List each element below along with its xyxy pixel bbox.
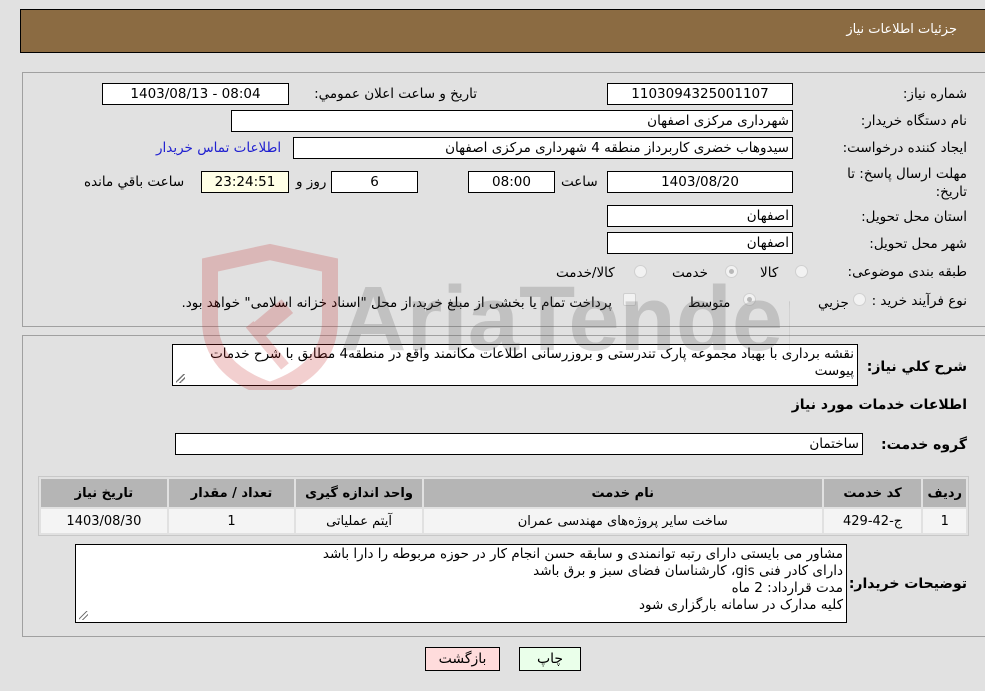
days-label: روز و: [296, 174, 327, 190]
resize-grip-icon[interactable]: [176, 374, 185, 383]
table-header-row: ردیف کد خدمت نام خدمت واحد اندازه گیری ت…: [41, 479, 966, 507]
resize-grip-icon[interactable]: [79, 611, 88, 620]
buyer-notes-line: مدت قرارداد: 2 ماه: [731, 580, 843, 596]
remaining-time-label: ساعت باقي مانده: [84, 174, 185, 190]
deadline-label: مهلت ارسال پاسخ: تا تاریخ:: [847, 166, 967, 200]
deadline-date-field[interactable]: 1403/08/20: [607, 171, 793, 193]
purchase-type-label: نوع فرآیند خرید :: [871, 293, 967, 309]
category-option-goods-service: کالا/خدمت: [556, 265, 615, 281]
page-title: جزئیات اطلاعات نیاز: [846, 22, 957, 37]
service-group-label: گروه خدمت:: [881, 437, 967, 453]
services-table: ردیف کد خدمت نام خدمت واحد اندازه گیری ت…: [38, 476, 969, 536]
purchase-type-option-medium: متوسط: [688, 295, 731, 311]
city-field[interactable]: اصفهان: [607, 232, 793, 254]
requester-label: ایجاد کننده درخواست:: [842, 140, 967, 156]
buyer-org-label: نام دستگاه خریدار:: [860, 113, 967, 129]
service-group-field[interactable]: ساختمان: [175, 433, 863, 455]
buyer-org-field[interactable]: شهرداری مرکزی اصفهان: [231, 110, 793, 132]
purchase-type-option-minor: جزيي: [818, 295, 849, 311]
remaining-time-field: 23:24:51: [201, 171, 289, 193]
deadline-time-label: ساعت: [561, 174, 598, 190]
treasury-checkbox[interactable]: [623, 293, 636, 306]
province-field[interactable]: اصفهان: [607, 205, 793, 227]
buyer-notes-line: کلیه مدارک در سامانه بارگزاری شود: [638, 597, 843, 613]
page-header: جزئیات اطلاعات نیاز: [20, 9, 985, 53]
cell-unit: آیتم عملیاتی: [296, 509, 422, 533]
buyer-notes-textarea[interactable]: مشاور می بایستی دارای رتبه توانمندی و سا…: [75, 544, 847, 623]
col-quantity: تعداد / مقدار: [168, 479, 295, 507]
col-service-code: کد خدمت: [823, 479, 922, 507]
services-table-wrap: ردیف کد خدمت نام خدمت واحد اندازه گیری ت…: [38, 476, 969, 536]
general-description-text: نقشه برداری با بهباد مجموعه پارک تندرستی…: [210, 346, 854, 379]
announce-datetime-label: تاریخ و ساعت اعلان عمومي:: [314, 86, 477, 102]
deadline-time-field[interactable]: 08:00: [468, 171, 555, 193]
category-radio-service[interactable]: [725, 265, 738, 278]
cell-service-code: ج-42-429: [823, 509, 922, 533]
announce-datetime-field[interactable]: 1403/08/13 - 08:04: [102, 83, 289, 105]
buyer-notes-line: مشاور می بایستی دارای رتبه توانمندی و سا…: [322, 546, 843, 562]
cell-quantity: 1: [168, 509, 295, 533]
category-radio-goods[interactable]: [795, 265, 808, 278]
print-button[interactable]: چاپ: [519, 647, 581, 671]
buyer-contact-link[interactable]: اطلاعات تماس خریدار: [156, 140, 281, 156]
city-label: شهر محل تحویل:: [869, 236, 967, 252]
province-label: استان محل تحویل:: [861, 209, 967, 225]
cell-row-number: 1: [923, 509, 966, 533]
buyer-notes-line: دارای کادر فنی gis، کارشناسان فضای سبز و…: [533, 563, 843, 579]
services-section-title: اطلاعات خدمات مورد نیاز: [791, 397, 967, 413]
category-label: طبقه بندی موضوعی:: [847, 264, 967, 280]
general-description-label: شرح کلي نیاز:: [866, 359, 967, 375]
back-button[interactable]: بازگشت: [425, 647, 500, 671]
need-number-field[interactable]: 1103094325001107: [607, 83, 793, 105]
need-number-label: شماره نیاز:: [902, 86, 967, 102]
table-row: 1 ج-42-429 ساخت سایر پروژه‌های مهندسی عم…: [41, 509, 966, 533]
purchase-type-radio-medium[interactable]: [743, 293, 756, 306]
category-option-service: خدمت: [672, 265, 708, 281]
cell-need-date: 1403/08/30: [41, 509, 167, 533]
buyer-notes-label: توضیحات خریدار:: [848, 576, 967, 592]
col-unit: واحد اندازه گیری: [296, 479, 422, 507]
category-option-goods: کالا: [760, 265, 779, 281]
treasury-checkbox-label: پرداخت تمام یا بخشی از مبلغ خرید،از محل …: [181, 295, 612, 311]
col-service-name: نام خدمت: [423, 479, 822, 507]
col-need-date: تاریخ نیاز: [41, 479, 167, 507]
purchase-type-radio-minor[interactable]: [853, 293, 866, 306]
requester-field[interactable]: سیدوهاب خضری کاربرداز منطقه 4 شهرداری مر…: [293, 137, 793, 159]
category-radio-goods-service[interactable]: [634, 265, 647, 278]
cell-service-name: ساخت سایر پروژه‌های مهندسی عمران: [423, 509, 822, 533]
general-description-textarea[interactable]: نقشه برداری با بهباد مجموعه پارک تندرستی…: [172, 344, 858, 386]
remaining-days-field: 6: [331, 171, 418, 193]
col-row-number: ردیف: [923, 479, 966, 507]
